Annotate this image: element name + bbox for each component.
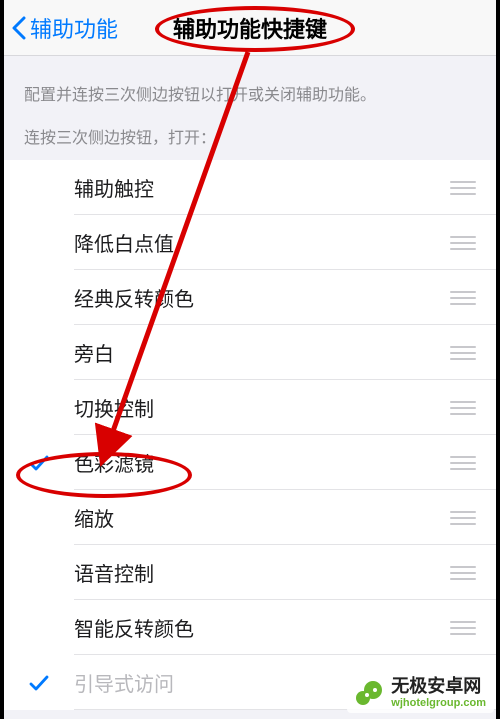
list-item-label: 辅助触控	[74, 173, 450, 202]
list-item[interactable]: 降低白点值	[4, 215, 496, 270]
list-item[interactable]: 缩放	[4, 490, 496, 545]
section-description: 配置并连按三次侧边按钮以打开或关闭辅助功能。	[4, 56, 496, 108]
watermark-text-en: wjhotelgroup.com	[391, 697, 486, 709]
reorder-handle-icon[interactable]	[450, 291, 496, 305]
list-item[interactable]: 辅助触控	[4, 160, 496, 215]
reorder-handle-icon[interactable]	[450, 511, 496, 525]
list-item[interactable]: 智能反转颜色	[4, 600, 496, 655]
back-button[interactable]: 辅助功能	[4, 12, 118, 44]
shortcut-list: 辅助触控降低白点值经典反转颜色旁白切换控制色彩滤镜缩放语音控制智能反转颜色引导式…	[4, 160, 496, 710]
list-item[interactable]: 色彩滤镜	[4, 435, 496, 490]
watermark-logo-icon	[355, 678, 385, 708]
list-item[interactable]: 经典反转颜色	[4, 270, 496, 325]
reorder-handle-icon[interactable]	[450, 236, 496, 250]
list-item-label: 旁白	[74, 338, 450, 367]
reorder-handle-icon[interactable]	[450, 181, 496, 195]
reorder-handle-icon[interactable]	[450, 456, 496, 470]
list-item-label: 降低白点值	[74, 228, 450, 257]
section-subhead: 连按三次侧边按钮，打开：	[4, 108, 496, 160]
list-item-label: 缩放	[74, 503, 450, 532]
back-label: 辅助功能	[30, 12, 118, 44]
chevron-left-icon	[12, 16, 26, 40]
nav-bar: 辅助功能 辅助功能快捷键	[4, 0, 496, 56]
list-item-label: 切换控制	[74, 393, 450, 422]
list-item-label: 语音控制	[74, 558, 450, 587]
reorder-handle-icon[interactable]	[450, 566, 496, 580]
list-item[interactable]: 旁白	[4, 325, 496, 380]
list-item-label: 色彩滤镜	[74, 448, 450, 477]
list-item-label: 经典反转颜色	[74, 283, 450, 312]
list-item-label: 智能反转颜色	[74, 613, 450, 642]
checkmark-icon	[4, 672, 74, 694]
list-item[interactable]: 切换控制	[4, 380, 496, 435]
watermark-text-cn: 无极安卓网	[391, 677, 486, 697]
reorder-handle-icon[interactable]	[450, 346, 496, 360]
reorder-handle-icon[interactable]	[450, 621, 496, 635]
list-item[interactable]: 语音控制	[4, 545, 496, 600]
checkmark-icon	[4, 452, 74, 474]
watermark: 无极安卓网 wjhotelgroup.com	[347, 673, 494, 713]
reorder-handle-icon[interactable]	[450, 401, 496, 415]
